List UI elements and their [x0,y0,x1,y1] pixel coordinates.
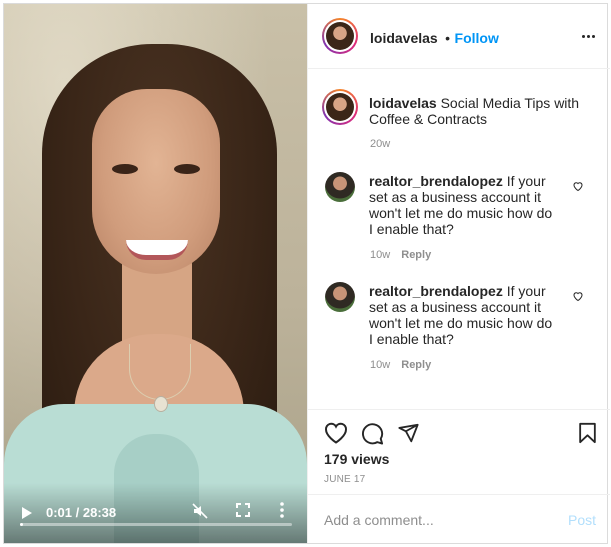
commenter-avatar[interactable] [325,172,355,202]
comment-age: 10w [370,359,391,371]
caption-username[interactable]: loidavelas [369,95,437,111]
heart-icon[interactable] [324,422,348,444]
post-date[interactable]: JUNE 17 [324,474,365,485]
caption-text-block: loidavelas Social Media Tips with Coffee… [369,95,589,127]
post-side-panel: loidavelas • Follow loidavelas Social Me… [307,4,610,543]
comment-meta: 10w Reply [370,249,431,261]
bookmark-icon[interactable] [578,422,597,444]
comment-username[interactable]: realtor_brendalopez [369,173,503,189]
video-subject-eye [112,164,138,174]
video-time: 0:01 / 28:38 [46,505,117,520]
author-avatar[interactable] [322,18,358,54]
comment-text-block: realtor_brendalopez If your set as a bus… [369,173,559,237]
video-controls: 0:01 / 28:38 [4,483,307,543]
more-vertical-icon[interactable] [280,502,284,518]
heart-icon[interactable] [572,180,584,192]
commenter-avatar[interactable] [325,282,355,312]
comment-meta: 10w Reply [370,359,431,371]
video-progress-bar[interactable] [20,523,292,526]
post-actions: 179 views JUNE 17 [308,409,610,494]
video-subject-eye [174,164,200,174]
caption-age: 20w [370,138,391,150]
follow-button[interactable]: Follow [455,30,499,46]
video-subject-pendant [154,396,168,412]
play-icon[interactable] [22,507,32,519]
video-progress-fill [20,523,23,526]
comment-text-block: realtor_brendalopez If your set as a bus… [369,283,559,347]
comment-icon[interactable] [361,422,384,445]
video-player[interactable]: 0:01 / 28:38 [4,4,307,543]
post-button[interactable]: Post [568,512,596,528]
header-user-line: loidavelas • Follow [370,30,499,48]
post-embed: 0:01 / 28:38 loidavelas • Follow loidave… [3,3,610,544]
comments-section: loidavelas Social Media Tips with Coffee… [308,69,610,409]
reply-button[interactable]: Reply [401,249,431,261]
view-count[interactable]: 179 views [324,451,389,467]
author-username[interactable]: loidavelas [370,30,438,46]
mute-icon[interactable] [192,503,208,519]
comment-username[interactable]: realtor_brendalopez [369,283,503,299]
heart-icon[interactable] [572,290,584,302]
fullscreen-icon[interactable] [236,503,250,517]
separator-dot: • [445,30,451,46]
reply-button[interactable]: Reply [401,359,431,371]
comment-input[interactable] [324,509,554,531]
post-header: loidavelas • Follow [308,4,610,69]
comment-composer: Post [308,494,610,543]
share-icon[interactable] [397,422,420,444]
comment-age: 10w [370,249,391,261]
more-horizontal-icon[interactable] [582,35,596,39]
caption-avatar[interactable] [322,89,358,125]
